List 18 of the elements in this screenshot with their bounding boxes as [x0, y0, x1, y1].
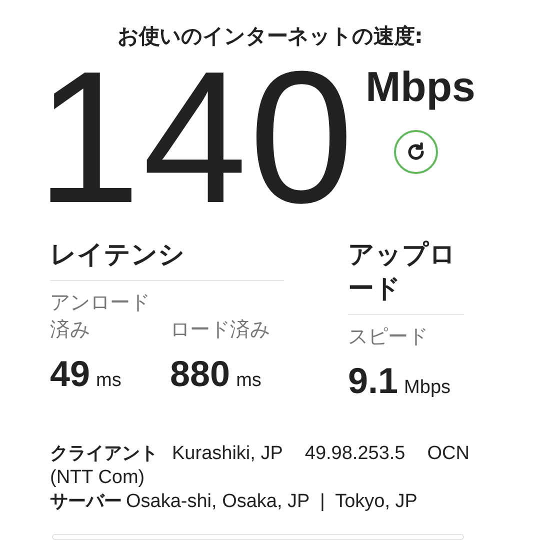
server-label: サーバー	[50, 491, 122, 512]
metric-label: アンロード済み	[50, 289, 151, 343]
metric-unit: ms	[96, 370, 122, 392]
server-locations: Osaka-shi, Osaka, JP | Tokyo, JP	[126, 491, 418, 512]
metric-value: 49	[50, 353, 90, 395]
metric-label: スピード	[348, 323, 429, 350]
client-info: クライアント Kurashiki, JP 49.98.253.5 OCN (NTT Com)	[50, 442, 470, 490]
metric-value: 880	[170, 353, 230, 395]
section-title: レイテンシ	[50, 238, 284, 281]
page-heading: お使いのインターネットの速度:	[116, 23, 424, 50]
section-title: アップロード	[348, 238, 464, 315]
metric-label: ロード済み	[170, 316, 271, 343]
speed-value: 140	[36, 52, 356, 222]
metric-value: 9.1	[348, 360, 398, 402]
metric-unit: ms	[236, 370, 262, 392]
speed-unit: Mbps	[366, 64, 476, 110]
metric-unit: Mbps	[404, 377, 451, 399]
refresh-button[interactable]	[394, 130, 438, 174]
